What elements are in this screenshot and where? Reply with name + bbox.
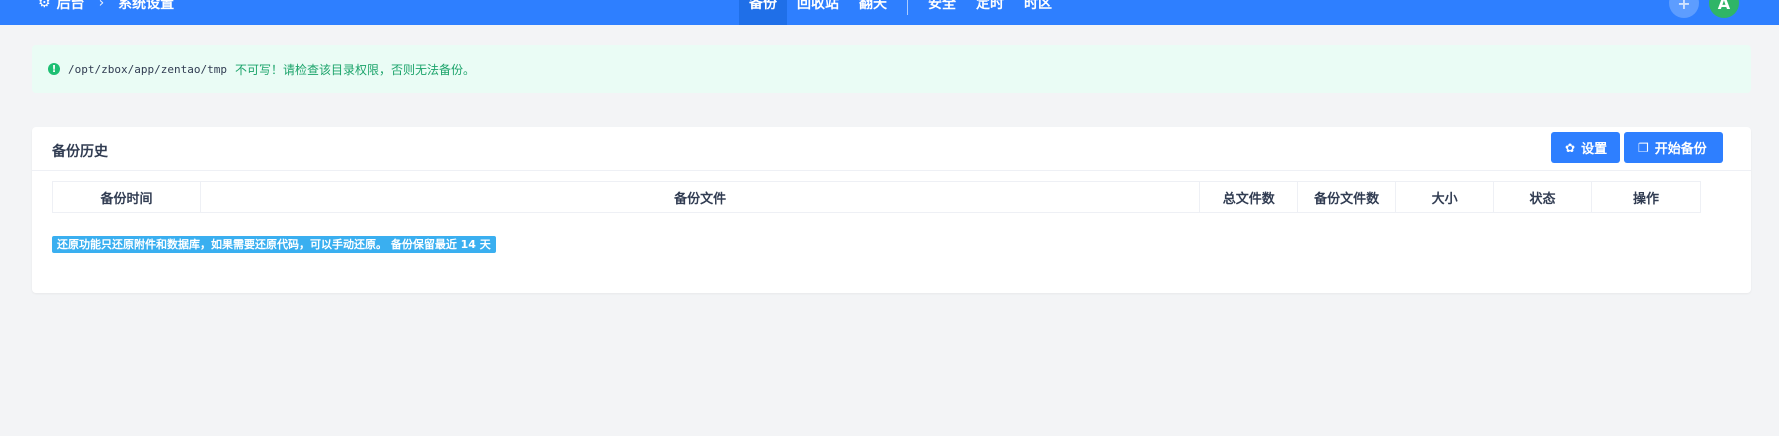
col-status[interactable]: 状态	[1493, 181, 1593, 213]
top-navbar: ⚙ 后台 › 系统设置 备份 回收站 翻天 安全 定时 时区 + A	[0, 0, 1779, 25]
nav-item-security[interactable]: 安全	[918, 0, 966, 25]
nav-item-timezone[interactable]: 时区	[1014, 0, 1062, 25]
panel-actions: ✿ 设置 ❐ 开始备份	[1551, 132, 1723, 163]
permission-alert: ! /opt/zbox/app/zentao/tmp 不可写！请检查该目录权限，…	[32, 45, 1751, 93]
settings-icon: ⚙	[38, 0, 51, 11]
copy-icon: ❐	[1638, 140, 1649, 155]
alert-path: /opt/zbox/app/zentao/tmp	[68, 62, 227, 76]
panel-title: 备份历史	[52, 144, 108, 160]
backup-table: 备份时间 备份文件 总文件数 备份文件数 大小 状态 操作	[52, 181, 1701, 213]
topbar-right: + A	[1669, 0, 1739, 18]
main-nav: 备份 回收站 翻天 安全 定时 时区	[739, 0, 1062, 25]
nav-item-backup[interactable]: 备份	[739, 0, 787, 25]
chevron-right-icon: ›	[98, 0, 105, 11]
start-backup-button[interactable]: ❐ 开始备份	[1624, 132, 1723, 163]
panel-header: 备份历史 ✿ 设置 ❐ 开始备份	[32, 127, 1751, 171]
col-size[interactable]: 大小	[1395, 181, 1495, 213]
breadcrumb: ⚙ 后台 › 系统设置	[38, 0, 174, 13]
avatar[interactable]: A	[1709, 0, 1739, 18]
col-backup-files[interactable]: 备份文件数	[1297, 181, 1397, 213]
alert-message: 不可写！请检查该目录权限，否则无法备份。	[234, 62, 475, 77]
col-total-files[interactable]: 总文件数	[1199, 181, 1299, 213]
exclamation-circle-icon: !	[48, 63, 60, 75]
nav-divider	[907, 0, 908, 15]
table-header-row: 备份时间 备份文件 总文件数 备份文件数 大小 状态 操作	[52, 181, 1701, 213]
add-button[interactable]: +	[1669, 0, 1699, 18]
start-backup-label: 开始备份	[1654, 142, 1707, 157]
nav-item-3[interactable]: 翻天	[849, 0, 897, 25]
nav-item-schedule[interactable]: 定时	[966, 0, 1014, 25]
col-backup-time[interactable]: 备份时间	[52, 181, 201, 213]
nav-item-trash[interactable]: 回收站	[787, 0, 849, 25]
gear-icon: ✿	[1565, 140, 1576, 155]
settings-button[interactable]: ✿ 设置	[1551, 132, 1620, 163]
breadcrumb-current[interactable]: 系统设置	[118, 0, 174, 13]
restore-note: 还原功能只还原附件和数据库，如果需要还原代码，可以手动还原。 备份保留最近 14…	[52, 236, 496, 253]
col-backup-file[interactable]: 备份文件	[199, 181, 1201, 213]
settings-button-label: 设置	[1581, 142, 1608, 157]
col-actions: 操作	[1591, 181, 1701, 213]
breadcrumb-home[interactable]: 后台	[57, 0, 85, 13]
backup-panel: 备份历史 ✿ 设置 ❐ 开始备份 备份时间 备份文件 总文件数 备份文件数 大小…	[32, 127, 1751, 293]
